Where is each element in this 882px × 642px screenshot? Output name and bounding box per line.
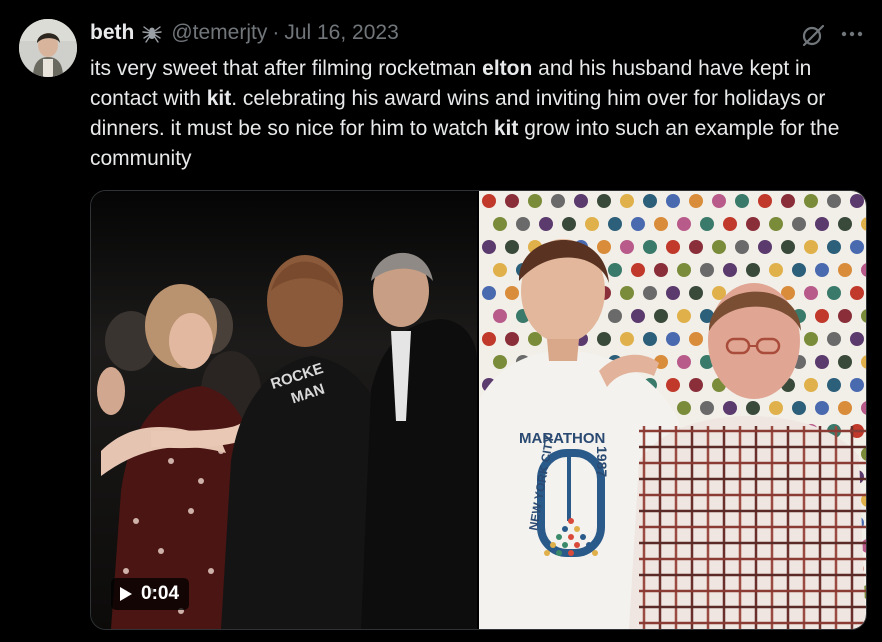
- shirt-text: 1987: [594, 446, 610, 477]
- video-thumbnail[interactable]: ROCKE MAN 0:04: [91, 191, 477, 629]
- tweet-header: beth @temerjty · Jul 16, 2023: [90, 20, 399, 46]
- slash-circle-icon[interactable]: [800, 22, 826, 48]
- text-segment-bold: kit: [206, 87, 232, 110]
- more-dots-icon[interactable]: [838, 22, 866, 46]
- display-name[interactable]: beth: [90, 21, 134, 45]
- media-grid: ROCKE MAN 0:04 MARATHON NEW YORK CITY 19…: [90, 190, 867, 630]
- video-still-image: ROCKE MAN: [91, 191, 477, 629]
- video-duration: 0:04: [141, 583, 180, 604]
- photo[interactable]: MARATHON NEW YORK CITY 1987: [479, 191, 866, 629]
- spider-icon: [142, 26, 163, 43]
- avatar[interactable]: [19, 19, 77, 77]
- video-duration-badge: 0:04: [111, 578, 190, 610]
- photo-image: MARATHON NEW YORK CITY 1987: [479, 191, 866, 629]
- tweet-date[interactable]: Jul 16, 2023: [284, 21, 398, 45]
- avatar-image: [19, 19, 77, 77]
- text-segment-bold: elton: [482, 57, 533, 80]
- play-icon: [120, 587, 132, 601]
- tweet[interactable]: beth @temerjty · Jul 16, 2023 its very s…: [0, 0, 882, 642]
- shirt-text: MARATHON: [519, 430, 605, 447]
- separator-dot: ·: [272, 21, 280, 44]
- text-segment-bold: kit: [493, 117, 519, 140]
- user-handle[interactable]: @temerjty: [171, 21, 267, 45]
- text-segment: its very sweet that after filming rocket…: [90, 57, 483, 80]
- tweet-text: its very sweet that after filming rocket…: [90, 54, 865, 174]
